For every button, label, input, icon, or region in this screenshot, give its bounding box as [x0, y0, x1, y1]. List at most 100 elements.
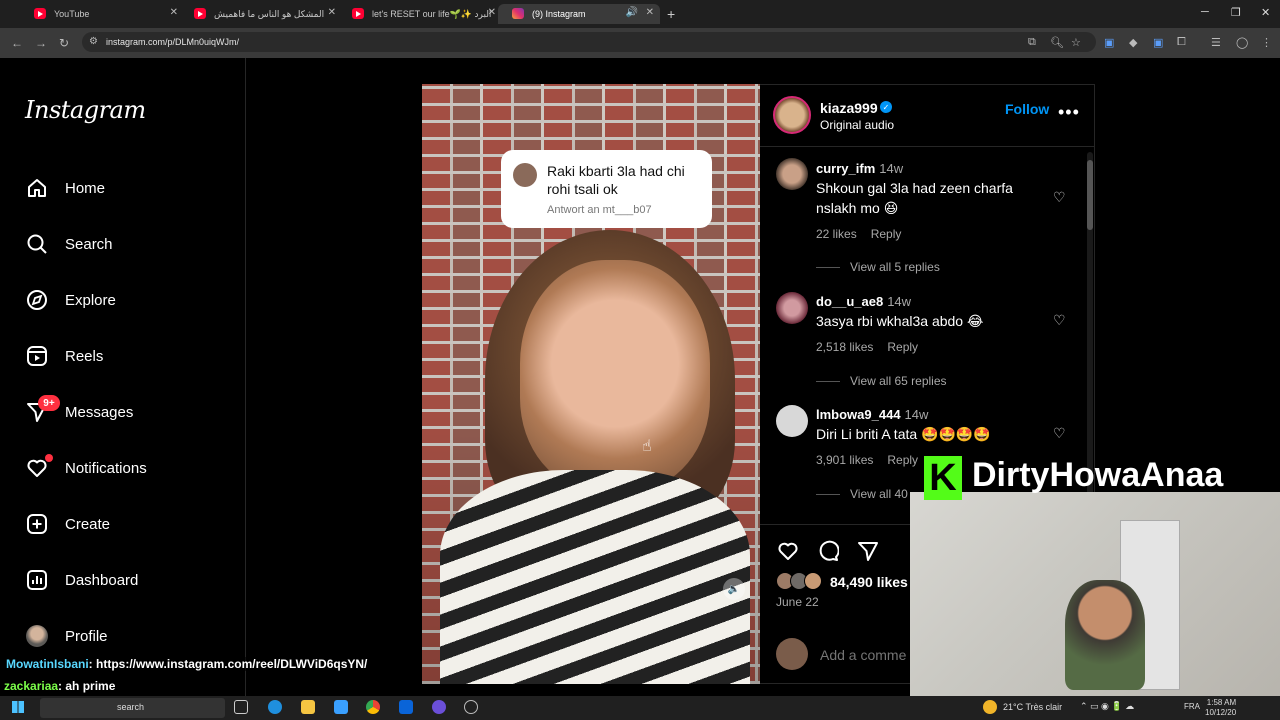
app-icon[interactable]: [432, 700, 446, 714]
search-icon: [25, 232, 49, 256]
follow-button[interactable]: Follow: [1005, 101, 1049, 117]
like-heart-icon[interactable]: [777, 540, 799, 568]
view-replies-button[interactable]: View all 65 replies: [816, 374, 947, 388]
comment-username[interactable]: do__u_ae8: [816, 294, 883, 309]
comment-username[interactable]: lmbowa9_444: [816, 407, 901, 422]
youtube-favicon-icon: [34, 8, 46, 19]
obs-icon[interactable]: [464, 700, 478, 714]
verified-badge-icon: ✓: [880, 101, 892, 113]
bookmark-star-icon[interactable]: ☆: [1071, 36, 1081, 49]
comment-time: 14w: [879, 161, 904, 176]
reload-icon[interactable]: ↻: [59, 36, 69, 50]
like-comment-heart-icon[interactable]: ♡: [1053, 312, 1066, 329]
instagram-favicon-icon: [512, 8, 524, 19]
extension-translate-icon[interactable]: ▣: [1104, 36, 1114, 49]
new-tab-button[interactable]: +: [667, 6, 675, 22]
comment-avatar[interactable]: [776, 158, 808, 190]
clock[interactable]: 1:58 AM 10/12/20: [1205, 698, 1236, 718]
chat-text: : ah prime: [58, 679, 116, 693]
view-replies-button[interactable]: View all 40: [816, 487, 908, 501]
url-text[interactable]: instagram.com/p/DLMn0uiqWJm/: [106, 37, 239, 47]
comment-avatar[interactable]: [776, 292, 808, 324]
likes-count[interactable]: 84,490 likes: [830, 574, 908, 590]
close-tab-icon[interactable]: ✕: [646, 7, 654, 18]
extension-icon[interactable]: ◆: [1129, 36, 1137, 49]
extension-blue-icon[interactable]: ▣: [1153, 36, 1163, 49]
site-info-icon[interactable]: ⚙: [89, 36, 98, 47]
sidebar: [0, 58, 246, 720]
comment-bubble-icon[interactable]: [817, 540, 840, 568]
extensions-puzzle-icon[interactable]: ⧠: [1177, 36, 1186, 49]
language-indicator[interactable]: FRA: [1184, 702, 1200, 711]
comment-header: do__u_ae8 14w: [816, 294, 911, 309]
windows-start-icon[interactable]: [12, 701, 24, 713]
close-window-button[interactable]: ✕: [1261, 6, 1270, 19]
mute-button[interactable]: 🔈: [723, 578, 745, 600]
chrome-icon[interactable]: [366, 700, 380, 714]
close-tab-icon[interactable]: ✕: [328, 7, 336, 18]
notification-dot: [45, 454, 53, 462]
reading-list-icon[interactable]: ☰: [1211, 36, 1221, 49]
sidebar-item-label: Search: [65, 235, 113, 253]
clock-time: 1:58 AM: [1206, 698, 1237, 707]
maximize-button[interactable]: ❐: [1231, 6, 1241, 19]
sidebar-item-home[interactable]: Home: [25, 175, 105, 201]
tab-instagram[interactable]: (9) Instagram 🔊 ✕: [498, 4, 660, 24]
comment-likes[interactable]: 3,901 likes: [816, 453, 873, 467]
close-tab-icon[interactable]: ✕: [488, 7, 496, 18]
menu-kebab-icon[interactable]: ⋮: [1261, 36, 1272, 49]
sidebar-item-reels[interactable]: Reels: [25, 343, 103, 369]
post-date[interactable]: June 22: [776, 595, 819, 609]
back-icon[interactable]: ←: [11, 36, 23, 50]
profile-icon[interactable]: ◯: [1236, 36, 1248, 49]
comment-likes[interactable]: 22 likes: [816, 227, 857, 241]
share-send-icon[interactable]: [857, 540, 879, 568]
sidebar-item-notifications[interactable]: Notifications: [25, 455, 147, 481]
outlook-icon[interactable]: [399, 700, 413, 714]
more-options-icon[interactable]: •••: [1058, 102, 1080, 123]
comment-avatar-default[interactable]: [776, 405, 808, 437]
file-explorer-icon[interactable]: [301, 700, 315, 714]
speaker-icon[interactable]: 🔊: [626, 7, 638, 18]
scrollbar-thumb[interactable]: [1087, 160, 1093, 230]
task-view-icon[interactable]: [234, 700, 248, 714]
like-comment-heart-icon[interactable]: ♡: [1053, 189, 1066, 206]
instagram-logo[interactable]: Instagram: [25, 96, 146, 124]
sidebar-item-search[interactable]: Search: [25, 231, 113, 257]
liked-by-avatars[interactable]: [776, 572, 828, 590]
sidebar-item-label: Explore: [65, 291, 116, 309]
install-app-icon[interactable]: ⧉: [1028, 36, 1036, 49]
profile-avatar: [25, 624, 49, 648]
sidebar-item-profile[interactable]: Profile: [25, 623, 108, 649]
comment-reply-button[interactable]: Reply: [887, 340, 918, 354]
like-comment-heart-icon[interactable]: ♡: [1053, 425, 1066, 442]
minimize-button[interactable]: ─: [1201, 6, 1209, 18]
zoom-icon[interactable]: 🔍︎: [1050, 36, 1064, 49]
store-icon[interactable]: [334, 700, 348, 714]
add-comment-input[interactable]: [820, 647, 910, 663]
sidebar-item-create[interactable]: Create: [25, 511, 110, 537]
author-username[interactable]: kiaza999: [820, 100, 878, 116]
close-tab-icon[interactable]: ✕: [170, 7, 178, 18]
forward-icon[interactable]: →: [35, 36, 47, 50]
home-icon: [25, 176, 49, 200]
tab-youtube[interactable]: YouTube ✕: [20, 4, 184, 24]
audio-label[interactable]: Original audio: [820, 118, 894, 132]
author-avatar[interactable]: [773, 96, 811, 134]
edge-icon[interactable]: [268, 700, 282, 714]
sidebar-item-explore[interactable]: Explore: [25, 287, 116, 313]
comment-reply-button[interactable]: Reply: [871, 227, 902, 241]
sidebar-item-dashboard[interactable]: Dashboard: [25, 567, 138, 593]
comment-reply-button[interactable]: Reply: [887, 453, 918, 467]
comment-username[interactable]: curry_ifm: [816, 161, 875, 176]
view-replies-button[interactable]: View all 5 replies: [816, 260, 940, 274]
comment-likes[interactable]: 2,518 likes: [816, 340, 873, 354]
sidebar-item-label: Dashboard: [65, 571, 139, 589]
tab-youtube-arabic[interactable]: المشكل هو الناس ما فاهميش ✕: [180, 4, 342, 24]
reels-icon: [25, 344, 49, 368]
sidebar-item-label: Profile: [65, 627, 108, 645]
dashboard-icon: [25, 568, 49, 592]
tray-icons[interactable]: ⌃ ▭ ◉ 🔋 ☁: [1080, 701, 1134, 712]
weather-text[interactable]: 21°C Très clair: [1003, 702, 1062, 712]
tab-reset-life[interactable]: let's RESET our life🌱✨ البرد ✕: [338, 4, 502, 24]
